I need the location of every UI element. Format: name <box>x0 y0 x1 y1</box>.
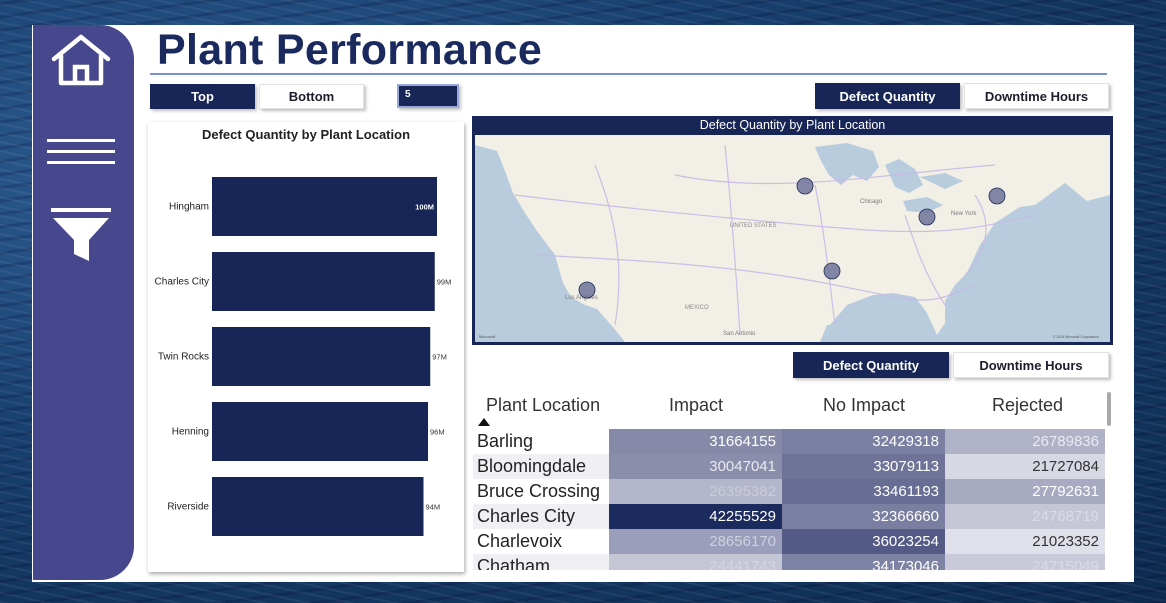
bar-data-label: 97M <box>432 353 447 362</box>
home-icon[interactable] <box>47 30 115 90</box>
cell-impact: 30047041 <box>609 454 782 479</box>
cell-no-impact: 32429318 <box>782 429 945 454</box>
cell-no-impact: 34173046 <box>782 554 945 570</box>
cell-rejected: 21023352 <box>945 529 1105 554</box>
cell-no-impact: 32366660 <box>782 504 945 529</box>
cell-no-impact: 33461193 <box>782 479 945 504</box>
cell-impact: 31664155 <box>609 429 782 454</box>
column-header-no-impact[interactable]: No Impact <box>823 395 905 416</box>
cell-rejected: 27792631 <box>945 479 1105 504</box>
bar-data-label: 100M <box>415 203 434 212</box>
map-label-chicago: Chicago <box>860 199 883 205</box>
map[interactable]: UNITED STATES Chicago New York Los Angel… <box>475 135 1110 342</box>
cell-plant-location: Charlevoix <box>477 531 563 551</box>
map-label-united-states: UNITED STATES <box>730 223 776 229</box>
cell-rejected: 24715049 <box>945 554 1105 570</box>
cell-impact: 42255529 <box>609 504 782 529</box>
bar-category-label: Twin Rocks <box>158 352 209 363</box>
bar-chart: Hingham 100M Charles City 99M Twin Rocks 97M H… <box>155 177 452 536</box>
cell-impact: 24441743 <box>609 554 782 570</box>
cell-no-impact: 33079113 <box>782 454 945 479</box>
bar[interactable] <box>212 327 431 386</box>
bar-category-label: Henning <box>172 427 209 438</box>
cell-plant-location: Bruce Crossing <box>477 481 601 501</box>
downtime-hours-button[interactable]: Downtime Hours <box>953 352 1109 378</box>
cell-impact: 28656170 <box>609 529 782 554</box>
bar-category-label: Charles City <box>155 277 209 288</box>
cell-rejected: 24768719 <box>945 504 1105 529</box>
map-bubble[interactable] <box>796 177 814 195</box>
bar[interactable] <box>212 402 428 461</box>
map-bubble[interactable] <box>988 187 1006 205</box>
bar-data-label: 94M <box>426 503 441 512</box>
title-divider <box>150 73 1107 75</box>
column-header-rejected[interactable]: Rejected <box>992 395 1063 416</box>
map-bubble[interactable] <box>823 262 841 280</box>
cell-rejected: 26789836 <box>945 429 1105 454</box>
map-label-san-antonio: San Antonio <box>723 331 756 337</box>
cell-plant-location: Barling <box>477 431 534 451</box>
cell-plant-location: Chatham <box>477 556 551 570</box>
bar[interactable] <box>212 252 435 311</box>
downtime-hours-button[interactable]: Downtime Hours <box>964 83 1109 109</box>
table-scrollbar[interactable] <box>1107 392 1111 426</box>
map-title: Defect Quantity by Plant Location <box>699 118 886 132</box>
map-brand-logo: Microsoft <box>479 334 496 339</box>
defect-quantity-button[interactable]: Defect Quantity <box>793 352 949 378</box>
map-bubble[interactable] <box>918 208 936 226</box>
bar-chart-panel: Defect Quantity by Plant Location Hingha… <box>148 122 464 572</box>
map-bubble[interactable] <box>578 281 596 299</box>
map-label-mexico: MEXICO <box>685 305 709 311</box>
cell-plant-location: Bloomingdale <box>477 456 587 476</box>
map-attribution: © 2024 Microsoft Corporation <box>1053 335 1099 339</box>
cell-no-impact: 36023254 <box>782 529 945 554</box>
filter-icon[interactable] <box>50 207 112 263</box>
table-row[interactable]: Bloomingdale 30047041 33079113 21727084 <box>473 454 1106 479</box>
table-row[interactable]: Charlevoix 28656170 36023254 21023352 <box>473 529 1106 554</box>
bar-data-label: 96M <box>430 428 445 437</box>
sidebar-nav <box>33 25 134 580</box>
cell-rejected: 21727084 <box>945 454 1105 479</box>
bar[interactable] <box>212 177 437 236</box>
top-button[interactable]: Top <box>150 84 255 109</box>
page-title: Plant Performance <box>157 26 543 74</box>
map-label-new-york: New York <box>951 211 977 217</box>
defect-quantity-button[interactable]: Defect Quantity <box>815 83 960 109</box>
matrix-table: Plant Location Impact No Impact Rejected… <box>473 388 1114 570</box>
top-n-input[interactable]: 5 <box>397 84 459 108</box>
bar-data-label: 99M <box>437 278 452 287</box>
table-row[interactable]: Bruce Crossing 26395382 33461193 27792631 <box>473 479 1106 504</box>
table-row[interactable]: Charles City 42255529 32366660 24768719 <box>473 504 1106 529</box>
table-row[interactable]: Chatham 24441743 34173046 24715049 <box>473 554 1106 570</box>
column-header-plant-location[interactable]: Plant Location <box>486 395 600 416</box>
bottom-button[interactable]: Bottom <box>259 84 364 109</box>
map-background: UNITED STATES Chicago New York Los Angel… <box>475 135 1110 342</box>
map-panel: Defect Quantity by Plant Location UNITED… <box>472 116 1113 345</box>
sort-ascending-icon[interactable] <box>478 418 490 426</box>
cell-plant-location: Charles City <box>477 506 576 526</box>
table-row[interactable]: Barling 31664155 32429318 26789836 <box>473 429 1106 454</box>
cell-impact: 26395382 <box>609 479 782 504</box>
bar-category-label: Riverside <box>167 502 209 513</box>
menu-icon[interactable] <box>47 135 115 169</box>
bar-category-label: Hingham <box>169 202 209 213</box>
bar[interactable] <box>212 477 424 536</box>
column-header-impact[interactable]: Impact <box>669 395 723 416</box>
